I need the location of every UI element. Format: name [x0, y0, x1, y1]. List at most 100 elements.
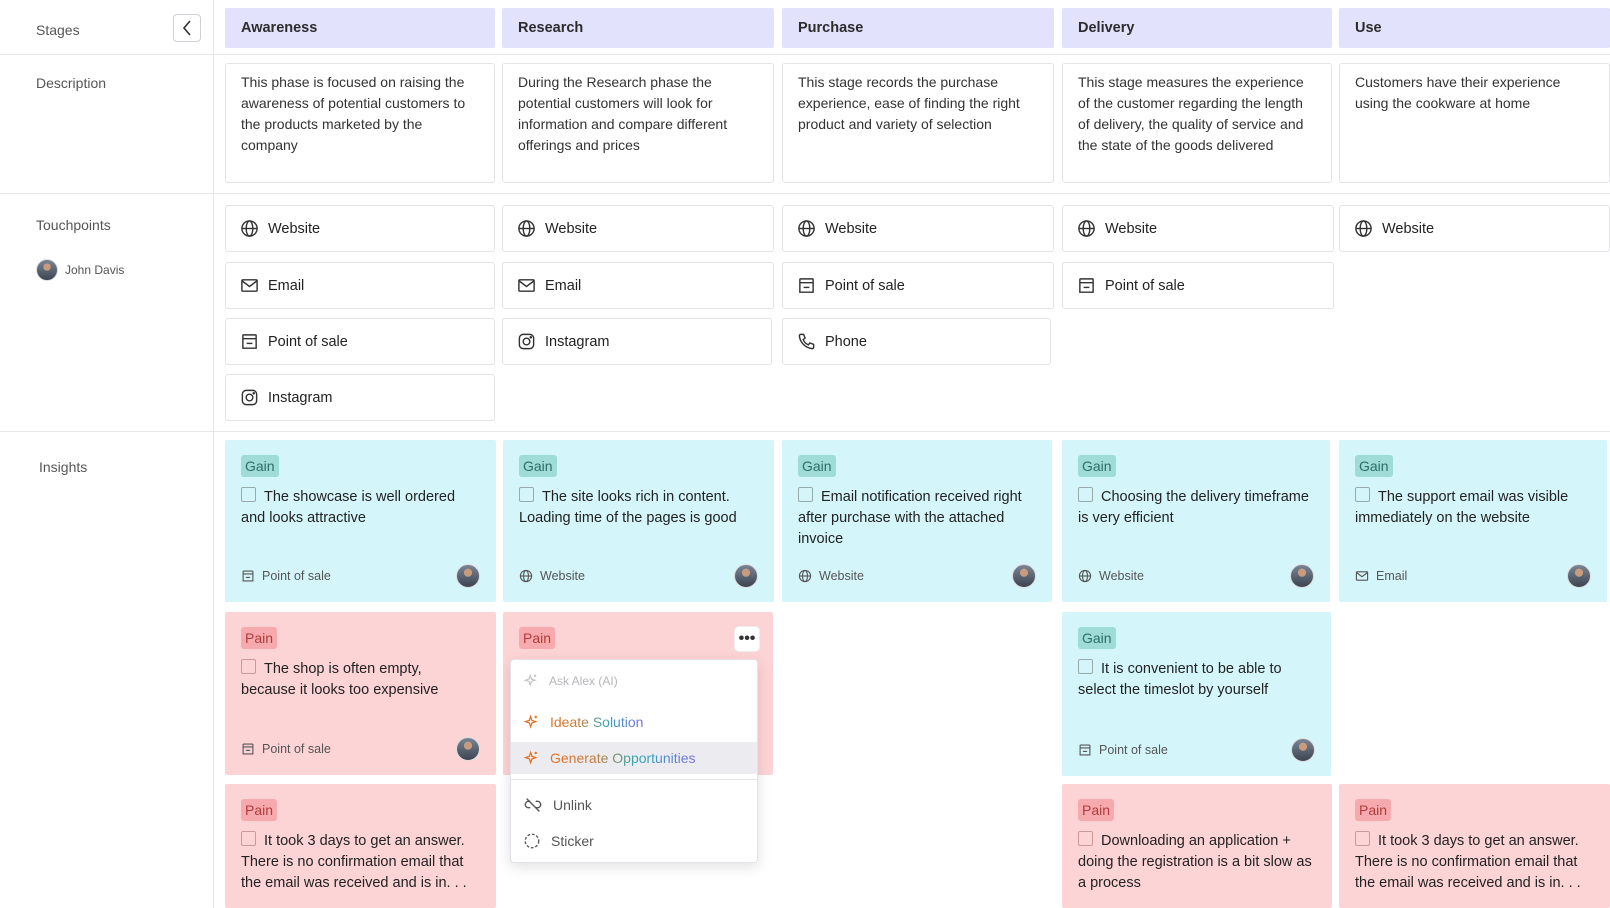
- sparkle-icon: [523, 673, 537, 687]
- insight-checkbox[interactable]: [1078, 487, 1093, 502]
- stage-header-purchase[interactable]: Purchase: [782, 8, 1054, 48]
- touchpoint-email[interactable]: Email: [225, 262, 495, 309]
- touchpoints-owner[interactable]: John Davis: [36, 259, 124, 281]
- insight-card[interactable]: Pain Downloading an application + doing …: [1062, 784, 1332, 908]
- description-label: Description: [36, 75, 107, 91]
- insight-text: The support email was visible immediatel…: [1355, 487, 1569, 526]
- touchpoint-label: Website: [1382, 220, 1435, 237]
- avatar[interactable]: [734, 564, 758, 588]
- avatar[interactable]: [456, 564, 480, 588]
- avatar[interactable]: [1291, 738, 1315, 762]
- ask-ai-menu-item: Ask Alex (AI): [511, 665, 757, 697]
- touchpoints-label: Touchpoints: [36, 217, 111, 233]
- avatar[interactable]: [456, 737, 480, 761]
- insight-touchpoint: Point of sale: [262, 569, 331, 583]
- phone-icon: [798, 333, 815, 350]
- globe-icon: [798, 569, 812, 583]
- sticker-icon: [524, 833, 540, 849]
- avatar[interactable]: [1012, 564, 1036, 588]
- touchpoint-label: Phone: [825, 333, 867, 350]
- touchpoint-website[interactable]: Website: [1339, 205, 1610, 252]
- description-delivery[interactable]: This stage measures the experience of th…: [1062, 63, 1332, 183]
- touchpoint-instagram[interactable]: Instagram: [225, 374, 495, 421]
- insight-touchpoint: Website: [540, 569, 585, 583]
- touchpoint-point-of-sale[interactable]: Point of sale: [225, 318, 495, 365]
- insight-checkbox[interactable]: [241, 831, 256, 846]
- touchpoint-label: Email: [268, 277, 305, 294]
- touchpoint-label: Point of sale: [268, 333, 348, 350]
- pain-tag: Pain: [241, 627, 278, 649]
- insights-label: Insights: [39, 459, 88, 475]
- touchpoint-website[interactable]: Website: [225, 205, 495, 252]
- description-awareness[interactable]: This phase is focused on raising the awa…: [225, 63, 495, 183]
- stage-header-delivery[interactable]: Delivery: [1062, 8, 1332, 48]
- pain-tag: Pain: [519, 627, 556, 649]
- gain-tag: Gain: [519, 455, 557, 477]
- insight-card[interactable]: Gain It is convenient to be able to sele…: [1062, 612, 1331, 776]
- touchpoint-website[interactable]: Website: [782, 205, 1054, 252]
- touchpoint-label: Website: [825, 220, 878, 237]
- description-use[interactable]: Customers have their experience using th…: [1339, 63, 1610, 183]
- mail-icon: [1355, 571, 1369, 581]
- more-options-button[interactable]: •••: [735, 627, 759, 651]
- sticker-menu-item[interactable]: Sticker: [511, 825, 757, 857]
- insight-touchpoint: Email: [1376, 569, 1408, 583]
- insight-checkbox[interactable]: [241, 487, 256, 502]
- insight-text: The showcase is well ordered and looks a…: [241, 487, 456, 526]
- insight-checkbox[interactable]: [1355, 487, 1370, 502]
- insight-card[interactable]: Pain The shop is often empty, because it…: [225, 612, 496, 775]
- insight-touchpoint: Website: [819, 569, 864, 583]
- insight-card[interactable]: Gain The site looks rich in content. Loa…: [503, 440, 774, 602]
- insight-card[interactable]: Gain Choosing the delivery timeframe is …: [1062, 440, 1330, 602]
- insight-card[interactable]: Gain Email notification received right a…: [782, 440, 1052, 602]
- description-purchase[interactable]: This stage records the purchase experien…: [782, 63, 1054, 183]
- avatar[interactable]: [1567, 564, 1591, 588]
- chevron-left-icon: [182, 20, 191, 36]
- store-icon: [242, 334, 257, 349]
- mail-icon: [241, 279, 258, 292]
- stages-label: Stages: [36, 22, 80, 38]
- insight-checkbox[interactable]: [798, 487, 813, 502]
- touchpoint-email[interactable]: Email: [502, 262, 774, 309]
- insight-card[interactable]: Gain The showcase is well ordered and lo…: [225, 440, 496, 602]
- store-icon: [799, 278, 814, 293]
- insight-card[interactable]: Pain It took 3 days to get an answer. Th…: [225, 784, 496, 908]
- unlink-menu-item[interactable]: Unlink: [511, 789, 757, 821]
- insight-checkbox[interactable]: [241, 659, 256, 674]
- touchpoint-website[interactable]: Website: [502, 205, 774, 252]
- description-research[interactable]: During the Research phase the potential …: [502, 63, 774, 183]
- insight-checkbox[interactable]: [519, 487, 534, 502]
- instagram-icon: [518, 333, 535, 350]
- touchpoint-instagram[interactable]: Instagram: [502, 318, 772, 365]
- store-icon: [242, 743, 254, 755]
- divider: [0, 193, 1610, 194]
- insight-touchpoint: Website: [1099, 569, 1144, 583]
- globe-icon: [519, 569, 533, 583]
- stage-header-awareness[interactable]: Awareness: [225, 8, 495, 48]
- generate-opportunities-menu-item[interactable]: Generate Opportunities: [511, 742, 757, 774]
- touchpoint-website[interactable]: Website: [1062, 205, 1334, 252]
- insight-checkbox[interactable]: [1078, 831, 1093, 846]
- collapse-sidebar-button[interactable]: [173, 14, 201, 42]
- avatar[interactable]: [1290, 564, 1314, 588]
- touchpoint-point-of-sale[interactable]: Point of sale: [782, 262, 1054, 309]
- insight-card[interactable]: Pain It took 3 days to get an answer. Th…: [1339, 784, 1610, 908]
- ideate-solution-menu-item[interactable]: Ideate Solution: [511, 706, 757, 738]
- touchpoint-point-of-sale[interactable]: Point of sale: [1062, 262, 1334, 309]
- globe-icon: [241, 220, 258, 237]
- touchpoint-label: Website: [545, 220, 598, 237]
- insight-text: Downloading an application + doing the r…: [1078, 831, 1312, 891]
- instagram-icon: [241, 389, 258, 406]
- insight-checkbox[interactable]: [1078, 659, 1093, 674]
- stage-header-use[interactable]: Use: [1339, 8, 1610, 48]
- touchpoint-phone[interactable]: Phone: [782, 318, 1051, 365]
- insight-text: It is convenient to be able to select th…: [1078, 659, 1282, 698]
- insight-checkbox[interactable]: [1355, 831, 1370, 846]
- sparkle-icon: [523, 714, 538, 729]
- insight-text: Email notification received right after …: [798, 487, 1022, 547]
- globe-icon: [798, 220, 815, 237]
- insight-card[interactable]: Gain The support email was visible immed…: [1339, 440, 1607, 602]
- divider: [0, 431, 1610, 432]
- touchpoint-label: Instagram: [268, 389, 333, 406]
- stage-header-research[interactable]: Research: [502, 8, 774, 48]
